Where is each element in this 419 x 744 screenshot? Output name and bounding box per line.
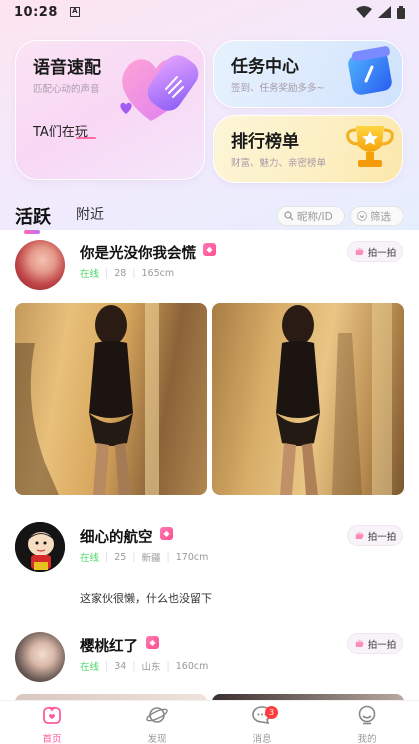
rank-list-subtitle: 财富、魅力、亲密榜单 <box>231 158 327 169</box>
online-status: 在线 <box>80 269 100 280</box>
feed-post: 樱桃红了 ◆ 在线 | 34 | 山东 | 160cm 拍一拍 <box>0 630 419 702</box>
small-heart-icon <box>120 102 132 114</box>
task-center-card[interactable]: 任务中心 签到、任务奖励多多~ <box>213 40 403 108</box>
tab-active-indicator <box>24 230 40 234</box>
search-input[interactable]: 昵称/ID <box>277 206 345 226</box>
rank-list-card[interactable]: 排行榜单 财富、魅力、亲密榜单 <box>213 115 403 183</box>
avatar-cartoon <box>15 522 65 572</box>
user-height: 170cm <box>175 551 209 563</box>
status-bar: 10:28 A <box>0 0 419 24</box>
pat-label: 拍一拍 <box>367 639 397 651</box>
nav-messages[interactable]: 消息 <box>232 705 292 744</box>
user-meta: 在线 | 28 | 165cm <box>80 267 175 281</box>
vip-badge: ◆ <box>160 527 173 540</box>
extra-underline <box>76 137 96 139</box>
vip-badge: ◆ <box>146 636 159 649</box>
voice-match-title: 语音速配 <box>33 58 101 78</box>
user-location: 山东 <box>141 662 161 673</box>
user-height: 160cm <box>175 660 209 672</box>
avatar[interactable] <box>15 522 65 572</box>
nav-discover-label: 发现 <box>147 734 167 744</box>
voice-match-subtitle: 匹配心动的声音 <box>33 84 100 95</box>
tab-active[interactable]: 活跃 <box>15 203 51 229</box>
user-name: 细心的航空 <box>80 530 153 546</box>
filter-button[interactable]: 筛选 <box>350 206 404 226</box>
nav-home-label: 首页 <box>42 734 62 744</box>
avatar[interactable] <box>15 632 65 682</box>
user-name: 你是光没你我会慌 <box>80 246 196 262</box>
post-photo[interactable] <box>212 303 404 495</box>
nav-home[interactable]: 首页 <box>22 705 82 744</box>
photo-figure <box>276 303 392 495</box>
task-center-subtitle: 签到、任务奖励多多~ <box>231 83 325 94</box>
hand-icon <box>355 247 364 255</box>
home-icon <box>43 706 61 724</box>
pat-button[interactable]: 拍一拍 <box>347 525 403 546</box>
wifi-icon <box>356 6 372 18</box>
online-status: 在线 <box>80 553 100 564</box>
avatar[interactable] <box>15 240 65 290</box>
user-height: 165cm <box>141 267 175 279</box>
planet-icon <box>146 707 168 723</box>
post-photo[interactable] <box>15 303 207 495</box>
sim-icon: A <box>69 7 80 17</box>
rank-list-title: 排行榜单 <box>231 132 299 152</box>
user-meta: 在线 | 34 | 山东 | 160cm <box>80 660 209 674</box>
pat-button[interactable]: 拍一拍 <box>347 633 403 654</box>
heart-icon <box>122 55 199 121</box>
battery-icon <box>397 5 405 19</box>
photo-figure <box>15 303 159 495</box>
search-placeholder: 昵称/ID <box>297 210 333 223</box>
task-box-icon <box>348 46 392 95</box>
search-icon <box>284 211 294 221</box>
user-age: 25 <box>114 551 127 563</box>
voice-match-card[interactable]: 语音速配 匹配心动的声音 TA们在玩 <box>15 40 205 180</box>
feed-post: 你是光没你我会慌 ◆ 在线 | 28 | 165cm 拍一拍 <box>0 238 419 500</box>
status-time: 10:28 <box>14 4 58 20</box>
pat-label: 拍一拍 <box>367 247 397 259</box>
user-meta: 在线 | 25 | 新疆 | 170cm <box>80 551 209 565</box>
hand-icon <box>355 531 364 539</box>
task-center-title: 任务中心 <box>231 57 299 77</box>
unread-badge: 3 <box>265 706 278 719</box>
post-text: 这家伙很懒，什么也没留下 <box>80 592 212 605</box>
pat-button[interactable]: 拍一拍 <box>347 241 403 262</box>
online-status: 在线 <box>80 662 100 673</box>
signal-icon <box>378 6 391 18</box>
nav-mine-label: 我的 <box>357 734 377 744</box>
nav-messages-label: 消息 <box>252 734 272 744</box>
trophy-icon <box>346 126 394 167</box>
user-name: 樱桃红了 <box>80 639 138 655</box>
user-location: 新疆 <box>141 553 161 564</box>
user-icon <box>358 705 376 725</box>
user-age: 34 <box>114 660 127 672</box>
vip-badge: ◆ <box>203 243 216 256</box>
filter-label: 筛选 <box>370 210 391 223</box>
hand-icon <box>355 639 364 647</box>
chevron-down-icon <box>357 211 367 221</box>
pat-label: 拍一拍 <box>367 531 397 543</box>
nav-mine[interactable]: 我的 <box>337 705 397 744</box>
nav-discover[interactable]: 发现 <box>127 705 187 744</box>
bottom-nav: 首页 发现 消息 3 我的 <box>0 700 419 744</box>
feed-post: 细心的航空 ◆ 在线 | 25 | 新疆 | 170cm 拍一拍 这家伙很懒，什… <box>0 520 419 620</box>
feed-tabs: 活跃 附近 昵称/ID 筛选 <box>0 198 419 234</box>
tab-nearby[interactable]: 附近 <box>76 204 104 224</box>
user-age: 28 <box>114 267 127 279</box>
